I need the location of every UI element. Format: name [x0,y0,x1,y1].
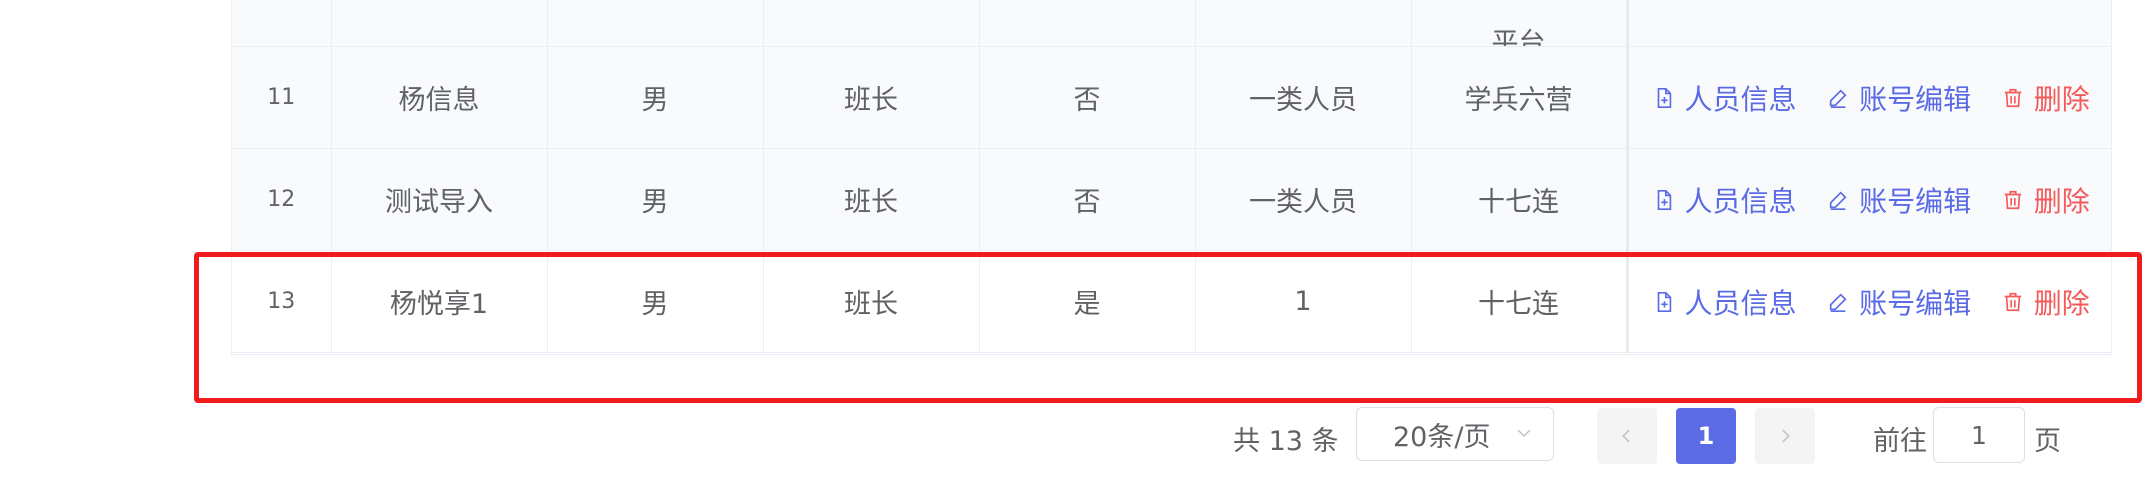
goto-label: 前往 [1873,426,1927,457]
delete-button[interactable]: 删除 [2002,180,2090,220]
row-index: 11 [232,46,332,149]
personnel-info-button[interactable]: 人员信息 [1653,78,1797,118]
name-cell: 测试导入 [331,148,548,251]
personnel-info-label: 人员信息 [1684,184,1797,218]
account-edit-button[interactable]: 账号编辑 [1827,78,1971,118]
row-highlight-box [194,252,2142,403]
table-row[interactable]: 12 测试导入 男 班长 否 一类人员 十七连 人员信息 账号编辑 删除 [232,148,2112,251]
personnel-info-label: 人员信息 [1684,82,1797,116]
position-cell: 班长 [763,148,980,251]
unit-cell: 十七连 [1411,148,1628,251]
category-cell: 一类人员 [1195,46,1412,149]
edit-icon [1829,190,1847,210]
trash-icon [2004,88,2021,107]
edit-icon [1829,88,1847,108]
account-edit-label: 账号编辑 [1859,184,1972,218]
category-cell: 一类人员 [1195,148,1412,251]
unit-cell: 学兵六营 [1411,46,1628,149]
chevron-right-icon [1782,429,1790,443]
flag-cell: 否 [979,46,1196,149]
trash-icon [2004,190,2021,209]
goto-page-input[interactable] [1933,407,2025,463]
gender-cell: 男 [547,46,764,149]
page-unit-label: 页 [2034,426,2061,457]
page-size-value: 20条/页 [1393,421,1491,453]
table-row-partial: 平台 [232,0,2112,47]
account-edit-label: 账号编辑 [1859,82,1972,116]
personnel-info-button[interactable]: 人员信息 [1653,180,1797,220]
pagination-total: 共 13 条 [1233,426,1339,457]
page-number-button[interactable]: 1 [1676,408,1736,464]
chevron-down-icon [1517,429,1531,438]
chevron-left-icon [1622,429,1630,443]
delete-button[interactable]: 删除 [2002,78,2090,118]
next-page-button[interactable] [1755,408,1815,464]
table-row[interactable]: 11 杨信息 男 班长 否 一类人员 学兵六营 人员信息 账号编辑 删除 [232,46,2112,149]
actions-cell: 人员信息 账号编辑 删除 [1625,46,2112,149]
unit-header-fragment: 平台 [1491,28,1546,47]
actions-cell: 人员信息 账号编辑 删除 [1625,148,2112,251]
page-size-select[interactable]: 20条/页 [1356,407,1554,461]
delete-label: 删除 [2033,184,2090,218]
document-icon [1657,87,1671,108]
document-icon [1657,189,1671,210]
name-cell: 杨信息 [331,46,548,149]
gender-cell: 男 [547,148,764,251]
flag-cell: 否 [979,148,1196,251]
account-edit-button[interactable]: 账号编辑 [1827,180,1971,220]
delete-label: 删除 [2033,82,2090,116]
position-cell: 班长 [763,46,980,149]
prev-page-button[interactable] [1597,408,1657,464]
row-index: 12 [232,148,332,251]
